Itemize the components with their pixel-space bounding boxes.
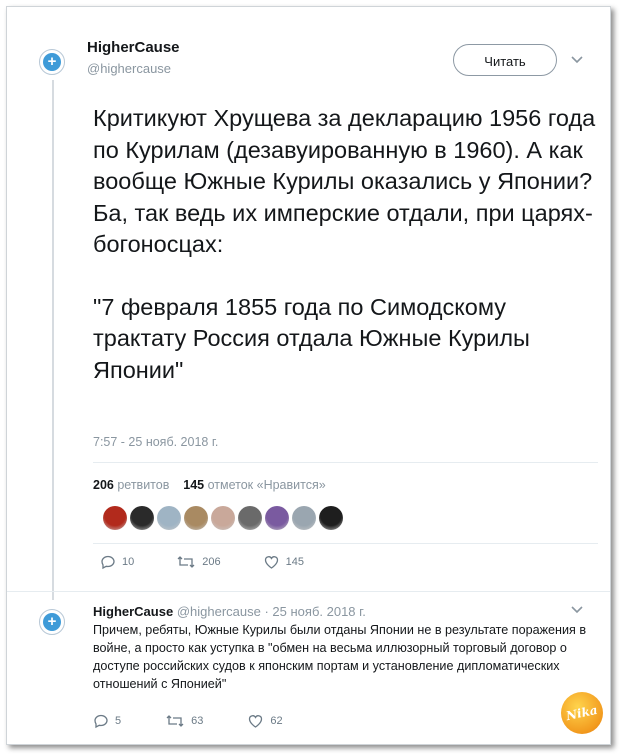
likes-label[interactable]: отметок «Нравится»: [208, 478, 326, 492]
like-action[interactable]: 62: [247, 713, 283, 729]
plus-icon: +: [43, 613, 61, 631]
retweet-count: 63: [191, 715, 204, 727]
tweet-actions: 10 206 145: [100, 554, 304, 570]
retweets-label[interactable]: ретвитов: [117, 478, 169, 492]
avatar-person[interactable]: [211, 506, 235, 530]
reply-icon: [101, 555, 115, 570]
heart-icon: [264, 556, 278, 569]
like-count: 145: [285, 556, 304, 568]
engagement-stats: 206 ретвитов 145 отметок «Нравится»: [93, 478, 326, 492]
tweet-paragraph: Критикуют Хрущева за декларацию 1956 год…: [93, 105, 596, 257]
chevron-down-icon[interactable]: [570, 55, 584, 65]
avatar-cat[interactable]: [184, 506, 208, 530]
retweet-action[interactable]: 206: [176, 554, 221, 570]
retweet-icon: [166, 715, 184, 727]
reply-count: 5: [115, 715, 122, 727]
retweets-count[interactable]: 206: [93, 478, 114, 492]
avatar-outdoor[interactable]: [157, 506, 181, 530]
heart-icon: [249, 715, 263, 728]
avatar-dark[interactable]: [319, 506, 343, 530]
tweet-thread-card: + HigherCause @highercause Читать Критик…: [6, 6, 611, 745]
reply-action[interactable]: 10: [100, 554, 134, 570]
reply-author-name[interactable]: HigherCause: [93, 604, 173, 619]
divider: [93, 543, 598, 544]
reply-icon: [94, 714, 108, 729]
like-action[interactable]: 145: [263, 554, 304, 570]
author-name[interactable]: HigherCause: [87, 39, 180, 56]
reply-header: HigherCause @highercause · 25 нояб. 2018…: [93, 604, 366, 619]
reply-author-avatar[interactable]: +: [39, 609, 65, 635]
likers-avatars: [103, 506, 343, 530]
avatar-purple[interactable]: [265, 506, 289, 530]
avatar-default[interactable]: [292, 506, 316, 530]
watermark-text: Nika: [565, 702, 599, 724]
follow-button[interactable]: Читать: [453, 44, 557, 76]
retweet-icon: [177, 556, 195, 568]
author-avatar[interactable]: +: [39, 49, 65, 75]
reply-author-handle[interactable]: @highercause: [177, 604, 261, 619]
tweet-quote: "7 февраля 1855 года по Симодскому тракт…: [93, 293, 530, 383]
chevron-down-icon[interactable]: [570, 605, 584, 615]
avatar-crowd[interactable]: [238, 506, 262, 530]
reply-count: 10: [122, 556, 135, 568]
retweet-count: 206: [202, 556, 221, 568]
divider: [93, 462, 598, 463]
likes-count[interactable]: 145: [183, 478, 204, 492]
reply-text: Причем, ребяты, Южные Курилы были отданы…: [93, 623, 587, 691]
avatar-dark-figure[interactable]: [130, 506, 154, 530]
avatar-emblem[interactable]: [103, 506, 127, 530]
retweet-action[interactable]: 63: [165, 713, 203, 729]
tweet-text: Критикуют Хрущева за декларацию 1956 год…: [93, 103, 598, 386]
watermark-logo: Nika: [561, 692, 603, 734]
like-count: 62: [270, 715, 283, 727]
reply-action[interactable]: 5: [93, 713, 121, 729]
reply-date[interactable]: · 25 нояб. 2018 г.: [264, 604, 365, 619]
author-handle[interactable]: @highercause: [87, 61, 171, 76]
tweet-timestamp[interactable]: 7:57 - 25 нояб. 2018 г.: [93, 435, 218, 449]
plus-icon: +: [43, 53, 61, 71]
reply-actions: 5 63 62: [93, 713, 283, 729]
thread-line: [52, 80, 54, 600]
divider: [7, 591, 610, 592]
